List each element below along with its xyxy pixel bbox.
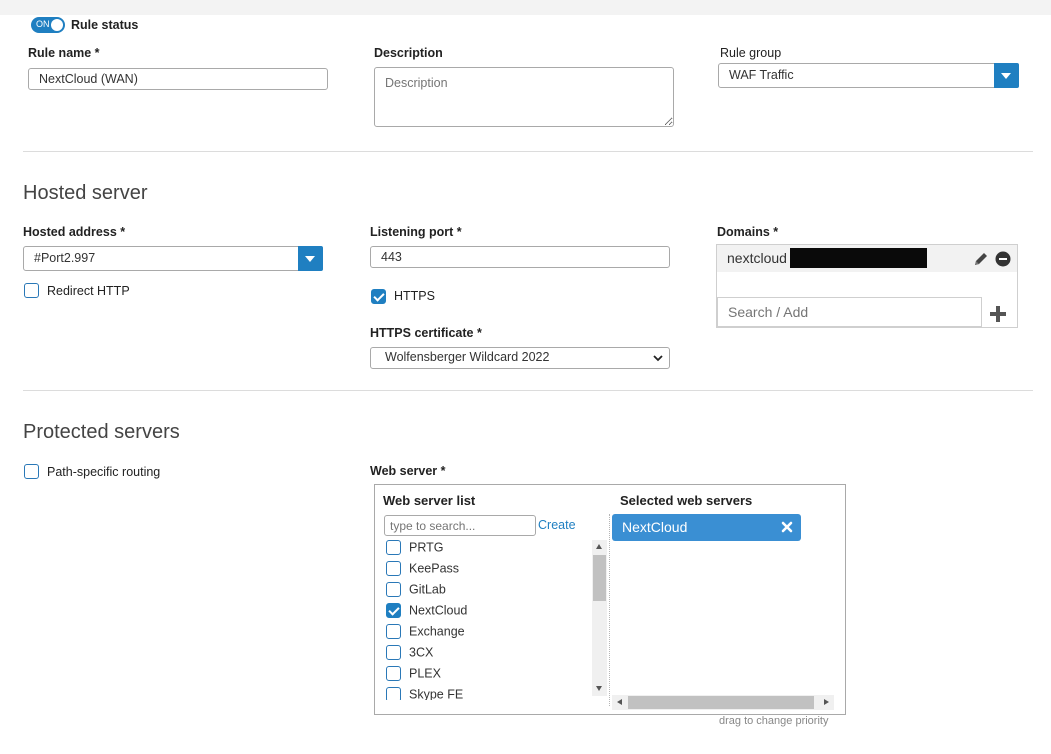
selected-servers-hscrollbar[interactable] (612, 695, 834, 710)
list-item[interactable]: PRTG (386, 540, 444, 556)
hosted-address-label: Hosted address * (23, 225, 126, 239)
redirect-http-checkbox[interactable] (24, 283, 39, 298)
web-server-checkbox[interactable] (386, 603, 401, 619)
scroll-down-icon[interactable] (596, 686, 602, 691)
remove-icon[interactable] (995, 251, 1011, 267)
path-specific-routing-label: Path-specific routing (47, 465, 161, 479)
chevron-down-icon (305, 256, 315, 262)
list-item[interactable]: Skype FE (386, 687, 463, 700)
scroll-right-icon[interactable] (824, 699, 829, 705)
domains-box: nextcloud (716, 244, 1018, 328)
domains-label: Domains * (717, 225, 779, 239)
https-certificate-label: HTTPS certificate * (370, 326, 482, 340)
list-item[interactable]: NextCloud (386, 603, 467, 619)
list-item[interactable]: KeePass (386, 561, 459, 577)
https-certificate-select[interactable]: Wolfensberger Wildcard 2022 (370, 347, 670, 369)
rule-name-input[interactable] (28, 68, 328, 90)
rule-group-value: WAF Traffic (729, 68, 794, 82)
hscrollbar-thumb[interactable] (628, 696, 814, 709)
listening-port-label: Listening port * (370, 225, 462, 239)
https-checkbox[interactable] (371, 289, 386, 304)
rule-group-dropdown-button[interactable] (994, 63, 1019, 88)
list-item[interactable]: PLEX (386, 666, 441, 682)
web-server-checkbox[interactable] (386, 687, 401, 700)
hosted-address-dropdown-button[interactable] (298, 246, 323, 271)
drag-priority-hint: drag to change priority (719, 715, 829, 727)
top-bar (0, 0, 1051, 15)
https-label: HTTPS (394, 289, 435, 303)
chevron-down-icon (1001, 73, 1011, 79)
redirect-http-label: Redirect HTTP (47, 284, 130, 298)
selected-server-name: NextCloud (622, 519, 688, 535)
toggle-on-text: ON (36, 19, 50, 29)
web-server-list: PRTG KeePass GitLab NextCloud Exchange 3… (380, 538, 592, 700)
domain-entry-text: nextcloud (727, 250, 787, 266)
close-icon[interactable] (781, 521, 793, 533)
rule-group-select[interactable]: WAF Traffic (718, 63, 1018, 88)
web-server-checkbox[interactable] (386, 540, 401, 556)
web-server-checkbox[interactable] (386, 582, 401, 598)
web-server-checkbox[interactable] (386, 624, 401, 640)
https-certificate-value: Wolfensberger Wildcard 2022 (385, 350, 550, 364)
hosted-address-value: #Port2.997 (34, 251, 96, 265)
list-item[interactable]: 3CX (386, 645, 433, 661)
description-label: Description (374, 46, 443, 60)
rule-status-toggle[interactable]: ON (31, 17, 65, 33)
divider (23, 390, 1033, 391)
web-server-checkbox[interactable] (386, 561, 401, 577)
hosted-server-title: Hosted server (23, 182, 148, 204)
list-item[interactable]: Exchange (386, 624, 465, 640)
pencil-icon[interactable] (973, 251, 989, 267)
hosted-address-select[interactable]: #Port2.997 (23, 246, 323, 271)
description-textarea[interactable] (374, 67, 674, 127)
selected-web-servers-title: Selected web servers (620, 493, 753, 508)
scrollbar-thumb[interactable] (593, 555, 606, 601)
protected-servers-title: Protected servers (23, 421, 180, 443)
chevron-down-icon (653, 355, 663, 362)
selected-server-chip[interactable]: NextCloud (612, 514, 801, 541)
panel-separator (609, 514, 610, 706)
create-link[interactable]: Create (538, 518, 576, 532)
redaction-block (790, 248, 927, 268)
domain-search-input[interactable] (717, 297, 982, 327)
list-item[interactable]: GitLab (386, 582, 446, 598)
web-server-label: Web server * (370, 464, 446, 478)
web-server-list-scrollbar[interactable] (592, 540, 607, 696)
scroll-left-icon[interactable] (617, 699, 622, 705)
domain-entry[interactable]: nextcloud (717, 245, 1017, 272)
plus-icon[interactable] (989, 305, 1007, 323)
web-server-search-input[interactable] (384, 515, 536, 536)
scroll-up-icon[interactable] (596, 544, 602, 549)
divider (23, 151, 1033, 152)
web-server-checkbox[interactable] (386, 666, 401, 682)
rule-name-label: Rule name * (28, 46, 100, 60)
toggle-knob (51, 19, 63, 31)
web-server-list-title: Web server list (383, 493, 476, 508)
listening-port-input[interactable] (370, 246, 670, 268)
path-specific-routing-checkbox[interactable] (24, 464, 39, 479)
web-server-checkbox[interactable] (386, 645, 401, 661)
rule-status-label: Rule status (71, 18, 139, 32)
rule-group-label: Rule group (720, 46, 782, 60)
